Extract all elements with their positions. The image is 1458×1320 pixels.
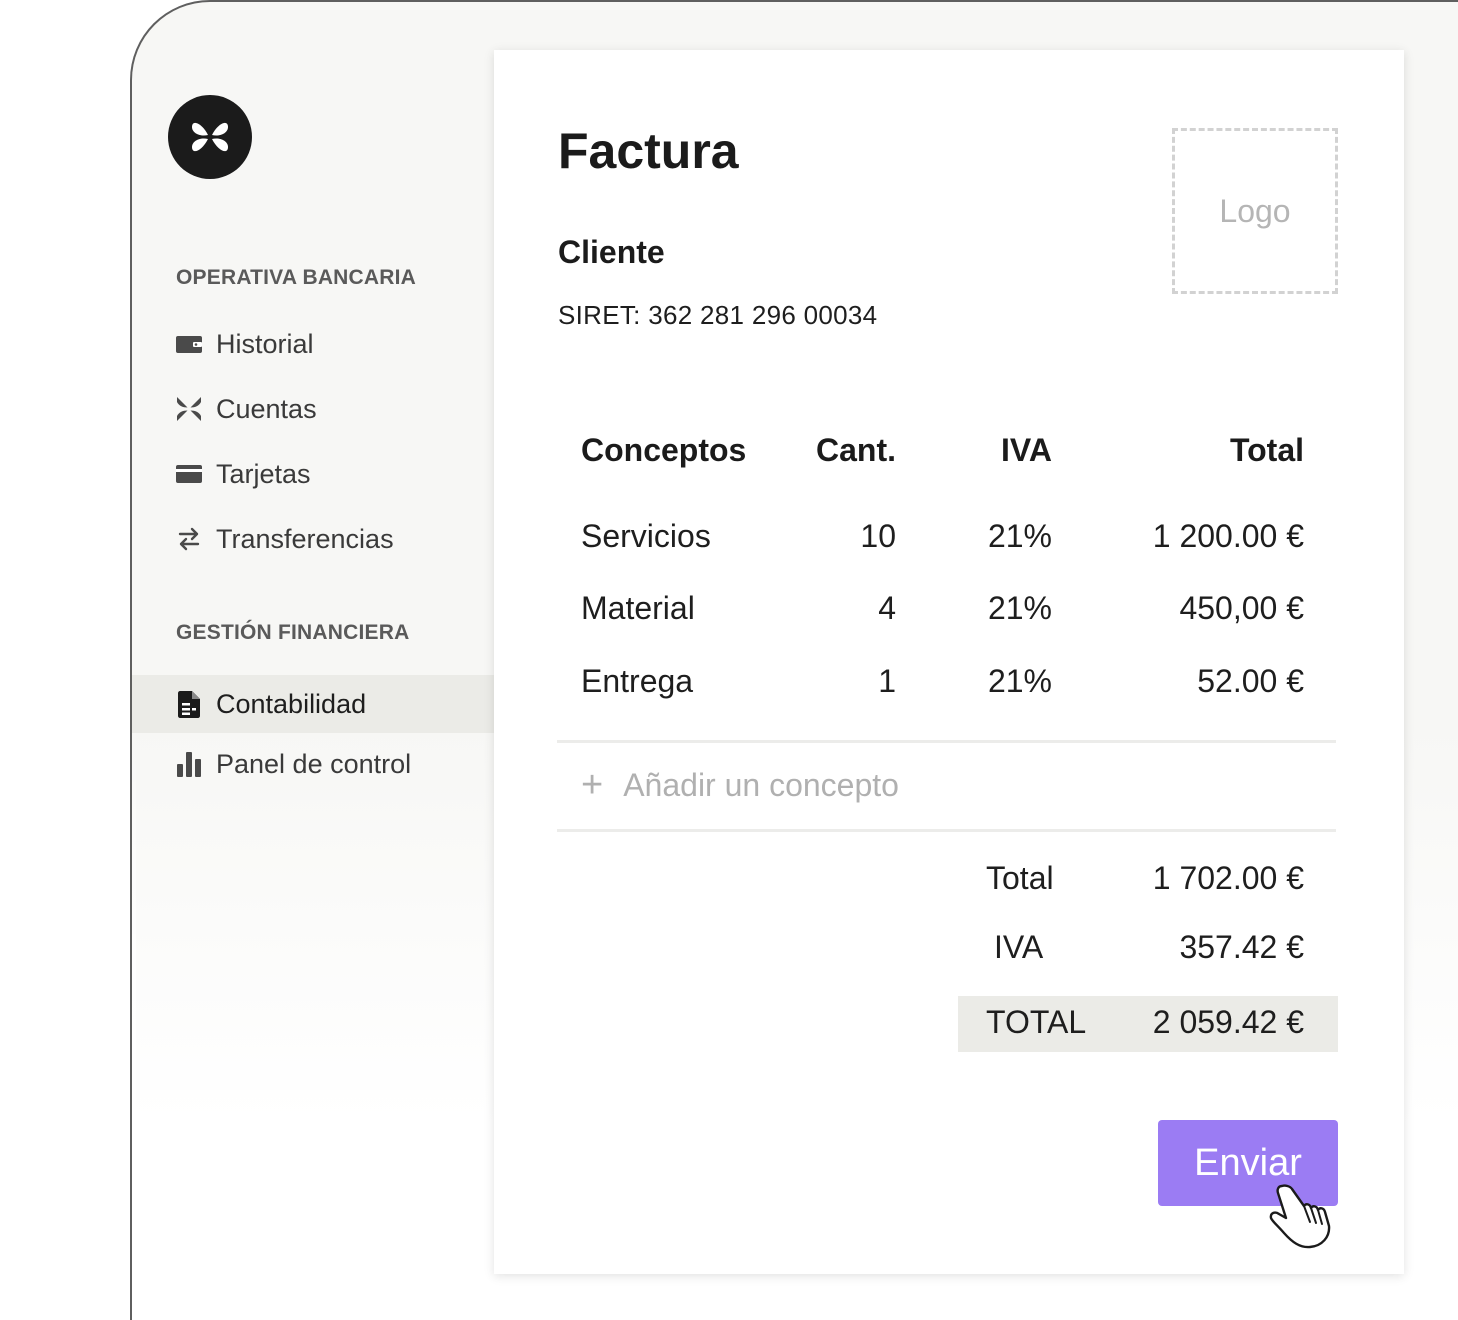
card-icon — [176, 461, 202, 487]
vat-value: 357.42 € — [1179, 929, 1304, 965]
wallet-icon — [176, 331, 202, 357]
column-header-total: Total — [1229, 432, 1304, 468]
sidebar-item-cuentas[interactable]: Cuentas — [132, 380, 494, 438]
logo-upload-placeholder[interactable]: Logo — [1172, 128, 1338, 294]
table-row[interactable]: Material 4 21% 450,00 € — [494, 590, 1404, 630]
grand-total-value: 2 059.42 € — [1152, 1004, 1304, 1040]
table-header: Conceptos Cant. IVA Total — [494, 432, 1404, 472]
sidebar: OPERATIVA BANCARIA Historial Cuentas Tar… — [132, 0, 494, 1320]
subtotal-value: 1 702.00 € — [1152, 860, 1304, 896]
sidebar-item-label: Panel de control — [216, 748, 412, 779]
brand-flower-icon — [192, 122, 228, 152]
cell-concept: Entrega — [581, 663, 694, 699]
table-row[interactable]: Entrega 1 21% 52.00 € — [494, 663, 1404, 703]
cell-vat: 21% — [987, 663, 1052, 699]
document-icon — [176, 690, 202, 718]
vat-label: IVA — [994, 929, 1044, 965]
sidebar-item-label: Transferencias — [216, 523, 394, 554]
sidebar-item-panel-de-control[interactable]: Panel de control — [132, 735, 494, 793]
sidebar-item-historial[interactable]: Historial — [132, 315, 494, 373]
column-header-concepts: Conceptos — [581, 432, 747, 468]
subtotal-label: Total — [986, 860, 1054, 896]
table-row[interactable]: Servicios 10 21% 1 200.00 € — [494, 518, 1404, 558]
cell-quantity: 1 — [878, 663, 896, 699]
invoice-title: Factura — [558, 123, 739, 179]
hand-pointer-icon — [1269, 1184, 1331, 1249]
sidebar-item-label: Historial — [216, 328, 314, 359]
logo-placeholder-text: Logo — [1219, 192, 1291, 229]
sidebar-item-label: Contabilidad — [216, 688, 367, 719]
cell-concept: Servicios — [581, 518, 711, 554]
summary-subtotal: Total 1 702.00 € — [958, 860, 1338, 900]
cell-total: 450,00 € — [1179, 590, 1304, 626]
cell-quantity: 4 — [878, 590, 896, 626]
summary-grand-total: TOTAL 2 059.42 € — [958, 996, 1338, 1052]
cell-vat: 21% — [987, 518, 1052, 554]
cell-quantity: 10 — [860, 518, 896, 554]
section-label-banking: OPERATIVA BANCARIA — [176, 266, 417, 289]
accounts-icon — [176, 396, 202, 422]
grand-total-label: TOTAL — [986, 1004, 1087, 1040]
sidebar-item-contabilidad[interactable]: Contabilidad — [132, 675, 494, 733]
cell-total: 1 200.00 € — [1152, 518, 1304, 554]
cell-concept: Material — [581, 590, 695, 626]
add-item-button[interactable]: + Añadir un concepto — [581, 766, 899, 804]
sidebar-item-transferencias[interactable]: Transferencias — [132, 510, 494, 568]
brand-logo[interactable] — [168, 95, 252, 179]
table-divider — [557, 740, 1336, 743]
sidebar-item-tarjetas[interactable]: Tarjetas — [132, 445, 494, 503]
summary-divider — [557, 829, 1336, 832]
add-item-label: Añadir un concepto — [623, 766, 899, 803]
invoice-card: Factura Cliente SIRET: 362 281 296 00034… — [494, 50, 1404, 1274]
plus-icon: + — [581, 764, 604, 806]
section-label-finance: GESTIÓN FINANCIERA — [176, 621, 410, 644]
cell-vat: 21% — [987, 590, 1052, 626]
client-siret: SIRET: 362 281 296 00034 — [558, 300, 878, 330]
sidebar-item-label: Cuentas — [216, 393, 317, 424]
transfer-arrows-icon — [176, 526, 202, 552]
column-header-vat: IVA — [1001, 432, 1052, 468]
summary-vat: IVA 357.42 € — [958, 929, 1338, 969]
cell-total: 52.00 € — [1197, 663, 1304, 699]
sidebar-item-label: Tarjetas — [216, 458, 311, 489]
column-header-quantity: Cant. — [816, 432, 896, 468]
bar-chart-icon — [176, 751, 202, 777]
client-label: Cliente — [558, 234, 665, 270]
